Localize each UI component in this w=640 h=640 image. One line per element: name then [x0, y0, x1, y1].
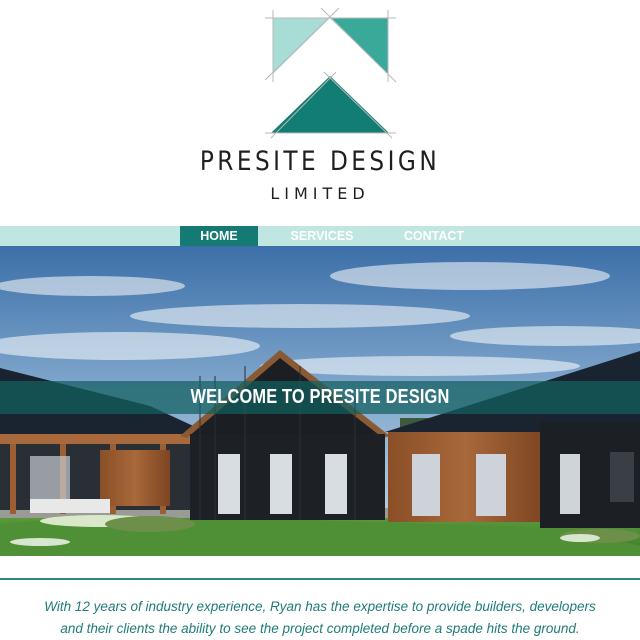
nav-contact-link[interactable]: CONTACT [394, 226, 474, 246]
section-divider [0, 578, 640, 580]
main-navigation: HOME SERVICES CONTACT [0, 226, 640, 246]
hero-image: WELCOME TO PRESITE DESIGN [0, 246, 640, 556]
site-header: PRESITE DESIGN LIMITED [0, 0, 640, 226]
nav-home-link[interactable]: HOME [180, 226, 258, 246]
brand-name: PRESITE DESIGN [199, 146, 441, 177]
welcome-heading: WELCOME TO PRESITE DESIGN [190, 386, 450, 408]
nav-services-link[interactable]: SERVICES [280, 226, 364, 246]
brand-suffix: LIMITED [270, 184, 370, 203]
intro-text: With 12 years of industry experience, Ry… [44, 599, 596, 636]
